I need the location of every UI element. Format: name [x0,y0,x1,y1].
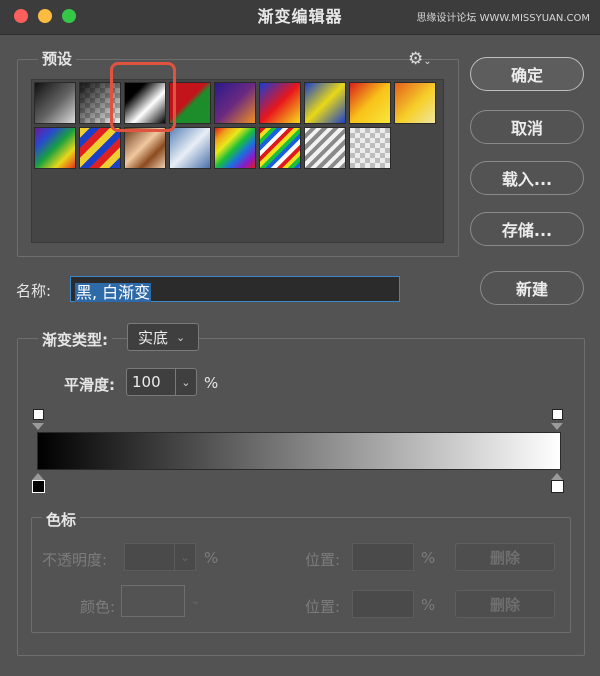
chevron-down-icon: ⌄ [176,330,186,344]
opacity-stop-right[interactable] [552,409,563,420]
smoothness-value: 100 [132,373,161,391]
preset-swatch[interactable] [214,127,256,169]
preset-swatch[interactable] [349,82,391,124]
load-button[interactable]: 载入... [470,161,584,195]
opacity-label: 不透明度: [42,551,108,569]
save-button[interactable]: 存储... [470,212,584,246]
smoothness-unit: % [204,374,219,392]
delete-color-stop-button[interactable]: 删除 [455,590,555,618]
stops-legend: 色标 [42,509,81,530]
preset-swatch[interactable] [124,127,166,169]
opacity-location-field[interactable] [352,543,414,571]
cancel-button[interactable]: 取消 [470,110,584,144]
color-label: 颜色: [80,598,116,616]
color-stop-left[interactable] [32,480,45,493]
opacity-location-unit: % [421,549,436,567]
preset-swatch[interactable] [394,82,436,124]
name-input[interactable]: 黑, 白渐变 [70,276,400,302]
color-location-unit: % [421,596,436,614]
name-label: 名称: [16,282,52,300]
opacity-stop-left[interactable] [33,409,44,420]
smoothness-field[interactable]: 100 ⌄ [126,368,197,396]
preset-swatch[interactable] [349,127,391,169]
preset-swatch[interactable] [259,82,301,124]
smoothness-label: 平滑度: [64,376,115,394]
opacity-unit: % [204,549,219,567]
midpoint-marker [32,423,44,430]
preset-swatch[interactable] [304,82,346,124]
color-location-label: 位置: [305,598,341,616]
watermark-text: 思缘设计论坛 WWW.MISSYUAN.COM [416,13,590,24]
chevron-down-icon: ⌄ [423,56,432,67]
gear-icon[interactable]: ⚙⌄ [408,49,432,69]
chevron-down-icon: ⌄ [191,594,201,607]
color-stop-pointer [32,473,44,480]
selected-preset-highlight [110,62,176,132]
preset-swatch[interactable] [79,127,121,169]
preset-swatch[interactable] [259,127,301,169]
opacity-location-label: 位置: [305,551,341,569]
chevron-down-icon[interactable]: ⌄ [174,369,196,395]
name-value: 黑, 白渐变 [75,283,152,302]
color-location-field[interactable] [352,590,414,618]
preset-swatch[interactable] [34,82,76,124]
color-swatch-field[interactable] [121,585,185,617]
opacity-field[interactable]: ⌄ [124,543,196,571]
preset-swatch[interactable] [169,127,211,169]
color-stop-right[interactable] [551,480,564,493]
preset-swatch[interactable] [214,82,256,124]
chevron-down-icon: ⌄ [174,544,195,570]
gradient-type-select[interactable]: 实底 ⌄ [127,323,199,351]
new-button[interactable]: 新建 [480,271,584,305]
gradient-preview-bar[interactable] [37,432,561,470]
midpoint-marker [551,423,563,430]
preset-swatch-grid [31,79,444,243]
color-stop-pointer [551,473,563,480]
preset-swatch[interactable] [34,127,76,169]
preset-swatch[interactable] [304,127,346,169]
gradient-type-label: 渐变类型: [38,329,112,350]
delete-opacity-stop-button[interactable]: 删除 [455,543,555,571]
gradient-type-value: 实底 [138,328,169,347]
presets-label: 预设 [38,48,77,69]
ok-button[interactable]: 确定 [470,57,584,91]
